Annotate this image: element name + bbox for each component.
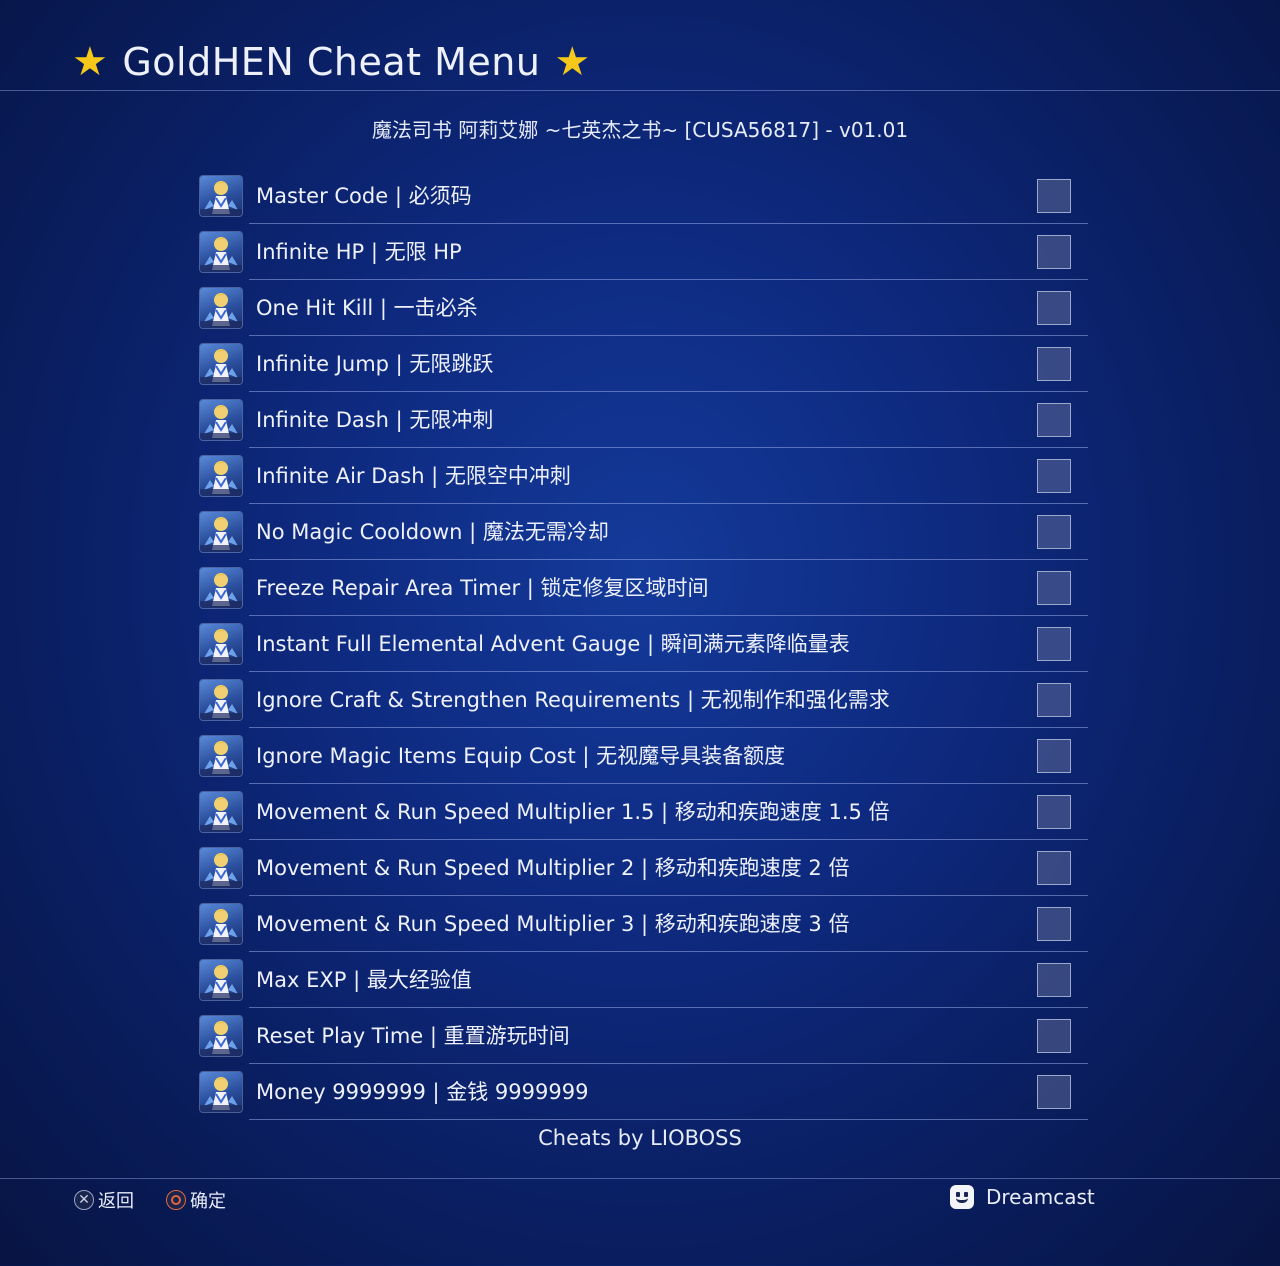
back-button[interactable]: ✕ 返回 [74, 1187, 134, 1213]
cheat-label: Ignore Craft & Strengthen Requirements |… [256, 688, 890, 712]
circle-button-icon [166, 1190, 186, 1210]
theme-indicator[interactable]: Dreamcast [950, 1185, 1095, 1209]
cheat-label: No Magic Cooldown | 魔法无需冷却 [256, 520, 609, 544]
cheat-label: Infinite Dash | 无限冲刺 [256, 408, 494, 432]
back-label: 返回 [98, 1191, 134, 1212]
cheat-row[interactable]: Ignore Craft & Strengthen Requirements |… [196, 672, 1088, 728]
cheat-row[interactable]: One Hit Kill | 一击必杀 [196, 280, 1088, 336]
game-cover-icon [200, 1016, 242, 1056]
cheat-row[interactable]: Max EXP | 最大经验值 [196, 952, 1088, 1008]
game-title: 魔法司书 阿莉艾娜 ~七英杰之书~ [CUSA56817] - v01.01 [371, 118, 909, 142]
cheat-row[interactable]: Infinite Dash | 无限冲刺 [196, 392, 1088, 448]
cheat-label: Infinite Jump | 无限跳跃 [256, 352, 494, 376]
game-cover-icon [200, 568, 242, 608]
credits-text: Cheats by LIOBOSS [538, 1126, 742, 1150]
cheat-toggle-checkbox[interactable] [1037, 1075, 1071, 1109]
cheat-toggle-checkbox[interactable] [1037, 739, 1071, 773]
cheat-label: Money 9999999 | 金钱 9999999 [256, 1080, 589, 1104]
cheat-toggle-checkbox[interactable] [1037, 627, 1071, 661]
cheat-label: Movement & Run Speed Multiplier 2 | 移动和疾… [256, 856, 850, 880]
game-cover-icon [200, 904, 242, 944]
cheat-row[interactable]: Money 9999999 | 金钱 9999999 [196, 1064, 1088, 1120]
game-cover-icon [200, 176, 242, 216]
title-text: GoldHEN Cheat Menu [122, 40, 541, 84]
cross-button-icon: ✕ [74, 1190, 94, 1210]
game-cover-icon [200, 848, 242, 888]
game-cover-icon [200, 960, 242, 1000]
cheat-label: Freeze Repair Area Timer | 锁定修复区域时间 [256, 576, 709, 600]
game-cover-icon [200, 680, 242, 720]
header-bar: ★ GoldHEN Cheat Menu ★ [0, 0, 1280, 91]
cheat-toggle-checkbox[interactable] [1037, 179, 1071, 213]
star-icon: ★ [554, 39, 591, 85]
star-icon: ★ [72, 39, 109, 85]
page-title: ★ GoldHEN Cheat Menu ★ [72, 36, 591, 88]
cheat-toggle-checkbox[interactable] [1037, 459, 1071, 493]
cheat-row[interactable]: Movement & Run Speed Multiplier 1.5 | 移动… [196, 784, 1088, 840]
game-cover-icon [200, 736, 242, 776]
cheat-toggle-checkbox[interactable] [1037, 235, 1071, 269]
cheat-row[interactable]: Instant Full Elemental Advent Gauge | 瞬间… [196, 616, 1088, 672]
cheat-toggle-checkbox[interactable] [1037, 963, 1071, 997]
cheat-toggle-checkbox[interactable] [1037, 683, 1071, 717]
game-cover-icon [200, 624, 242, 664]
cheat-toggle-checkbox[interactable] [1037, 403, 1071, 437]
cheat-toggle-checkbox[interactable] [1037, 291, 1071, 325]
cheat-toggle-checkbox[interactable] [1037, 347, 1071, 381]
game-cover-icon [200, 512, 242, 552]
cheat-row[interactable]: Reset Play Time | 重置游玩时间 [196, 1008, 1088, 1064]
cheat-toggle-checkbox[interactable] [1037, 851, 1071, 885]
cheat-row[interactable]: Infinite Air Dash | 无限空中冲刺 [196, 448, 1088, 504]
row-divider [249, 1119, 1088, 1120]
game-cover-icon [200, 232, 242, 272]
game-cover-icon [200, 344, 242, 384]
confirm-label: 确定 [190, 1191, 226, 1212]
cheat-toggle-checkbox[interactable] [1037, 515, 1071, 549]
cheat-label: Reset Play Time | 重置游玩时间 [256, 1024, 570, 1048]
cheat-toggle-checkbox[interactable] [1037, 1019, 1071, 1053]
cheat-label: Max EXP | 最大经验值 [256, 968, 472, 992]
cheat-row[interactable]: Master Code | 必须码 [196, 168, 1088, 224]
cheat-row[interactable]: Ignore Magic Items Equip Cost | 无视魔导具装备额… [196, 728, 1088, 784]
confirm-button[interactable]: 确定 [166, 1187, 226, 1213]
cheat-label: One Hit Kill | 一击必杀 [256, 296, 478, 320]
game-cover-icon [200, 288, 242, 328]
cheat-row[interactable]: No Magic Cooldown | 魔法无需冷却 [196, 504, 1088, 560]
cheat-toggle-checkbox[interactable] [1037, 795, 1071, 829]
cheat-label: Infinite Air Dash | 无限空中冲刺 [256, 464, 571, 488]
game-cover-icon [200, 456, 242, 496]
cheat-label: Infinite HP | 无限 HP [256, 240, 462, 264]
cheat-list: Master Code | 必须码 Infinite HP | 无限 HP One … [196, 168, 1088, 1120]
cheat-row[interactable]: Movement & Run Speed Multiplier 3 | 移动和疾… [196, 896, 1088, 952]
cheat-row[interactable]: Freeze Repair Area Timer | 锁定修复区域时间 [196, 560, 1088, 616]
cheat-label: Movement & Run Speed Multiplier 3 | 移动和疾… [256, 912, 850, 936]
cheat-label: Instant Full Elemental Advent Gauge | 瞬间… [256, 632, 850, 656]
cheat-toggle-checkbox[interactable] [1037, 571, 1071, 605]
cheat-toggle-checkbox[interactable] [1037, 907, 1071, 941]
game-cover-icon [200, 400, 242, 440]
footer-bar: ✕ 返回 确定 Dreamcast [0, 1178, 1280, 1266]
cheat-row[interactable]: Infinite HP | 无限 HP [196, 224, 1088, 280]
theme-label: Dreamcast [986, 1185, 1095, 1209]
game-cover-icon [200, 792, 242, 832]
cheat-row[interactable]: Infinite Jump | 无限跳跃 [196, 336, 1088, 392]
cheat-label: Movement & Run Speed Multiplier 1.5 | 移动… [256, 800, 890, 824]
cheat-label: Ignore Magic Items Equip Cost | 无视魔导具装备额… [256, 744, 786, 768]
smiley-face-icon [950, 1185, 974, 1209]
game-cover-icon [200, 1072, 242, 1112]
cheat-row[interactable]: Movement & Run Speed Multiplier 2 | 移动和疾… [196, 840, 1088, 896]
cheat-label: Master Code | 必须码 [256, 184, 472, 208]
